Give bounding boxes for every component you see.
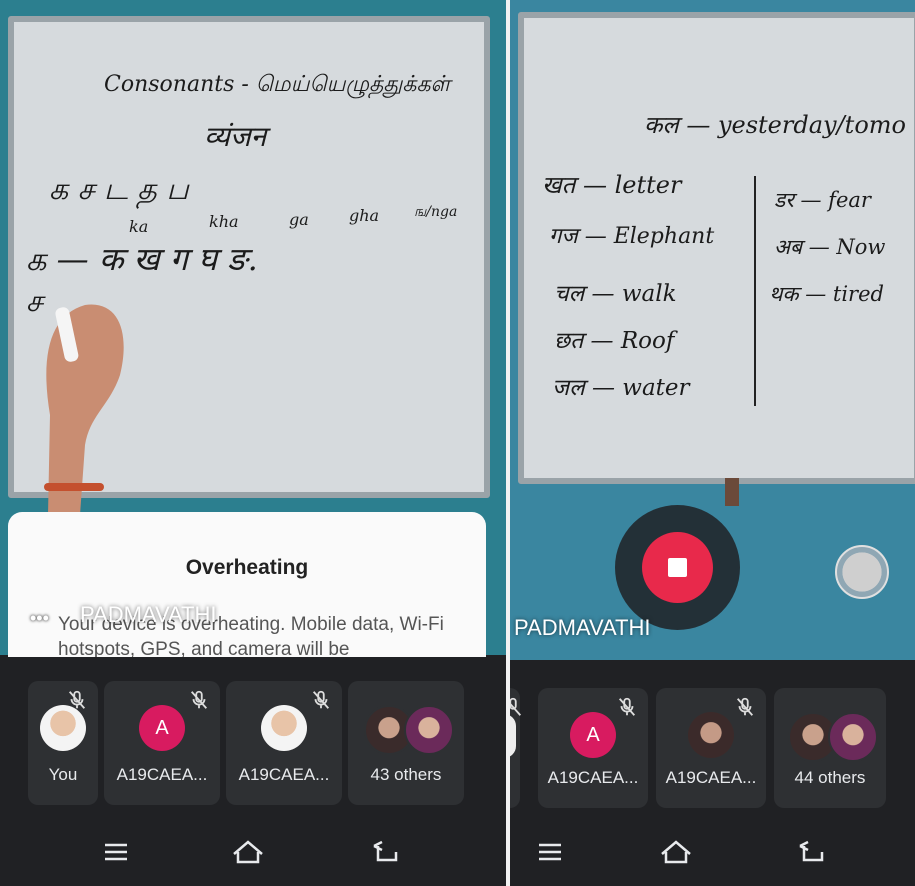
board-line: க — क ख ग घ ङ.	[26, 240, 258, 278]
participant-tile-others[interactable]: 43 others	[348, 681, 464, 805]
menu-icon[interactable]	[98, 834, 134, 870]
teacher-hand	[44, 304, 124, 515]
board-line: Consonants - மெய்யெழுத்துக்கள்	[104, 72, 451, 97]
avatar: A	[570, 712, 616, 758]
board-line: थक — tired	[769, 282, 884, 306]
board-line: gha	[349, 206, 380, 225]
participant-tile[interactable]: A A19CAEA...	[538, 688, 648, 808]
avatar	[40, 705, 86, 751]
board-divider-line	[754, 176, 756, 406]
participant-tile-others[interactable]: 44 others	[774, 688, 886, 808]
mic-off-icon	[736, 697, 754, 716]
mic-off-icon	[510, 697, 522, 716]
avatar	[688, 712, 734, 758]
participant-name: A19CAEA...	[665, 768, 757, 787]
participant-tile[interactable]: A19CAEA...	[226, 681, 342, 805]
avatar-group	[788, 712, 878, 762]
participant-name: 43 others	[370, 765, 442, 784]
board-line: अब — Now	[774, 235, 886, 259]
board-line: ka	[129, 217, 149, 236]
mic-off-icon	[312, 690, 330, 709]
screenshot-thumbnail[interactable]	[835, 545, 889, 599]
right-phone-screen: कल — yesterday/tomo खत — letter गज — Ele…	[510, 0, 915, 886]
dialog-title: Overheating	[185, 556, 309, 579]
overheating-dialog: Overheating Your device is overheating. …	[8, 512, 486, 657]
whiteboard: कल — yesterday/tomo खत — letter गज — Ele…	[518, 12, 915, 484]
participant-tile-self[interactable]: You	[28, 681, 98, 805]
back-icon[interactable]	[368, 834, 404, 870]
board-clip	[725, 478, 739, 506]
participant-tile[interactable]: A19CAEA...	[656, 688, 766, 808]
board-line: க ச ட த ப	[49, 172, 189, 207]
participant-tile-partial[interactable]	[510, 688, 522, 808]
participant-tile[interactable]: A A19CAEA...	[104, 681, 220, 805]
system-navbar	[510, 816, 915, 886]
board-line: ga	[289, 210, 309, 229]
back-icon[interactable]	[794, 834, 830, 870]
board-line: खत — letter	[542, 171, 682, 199]
presenter-name: PADMAVATHI	[514, 615, 651, 640]
stop-recording-button[interactable]	[615, 505, 740, 630]
board-line: छत — Roof	[554, 328, 675, 354]
presenter-name: PADMAVATHI	[80, 602, 217, 627]
board-line: जल — water	[552, 375, 690, 401]
menu-icon[interactable]	[532, 834, 568, 870]
avatar	[510, 714, 516, 758]
board-line: कल — yesterday/tomo	[644, 111, 906, 139]
avatar-group	[364, 705, 454, 755]
board-line: व्यंजन	[204, 120, 267, 153]
participant-name: You	[48, 765, 78, 784]
system-navbar	[0, 816, 506, 886]
mic-off-icon	[190, 690, 208, 709]
home-icon[interactable]	[658, 834, 694, 870]
record-indicator	[642, 532, 713, 603]
board-line: kha	[209, 212, 239, 231]
board-line: डर — fear	[774, 188, 871, 212]
participant-name: A19CAEA...	[238, 765, 330, 784]
home-icon[interactable]	[230, 834, 266, 870]
left-phone-screen: Consonants - மெய்யெழுத்துக்கள் व्यंजन க …	[0, 0, 506, 886]
more-options-icon[interactable]: •••	[30, 608, 49, 629]
avatar: A	[139, 705, 185, 751]
stop-icon	[668, 558, 687, 577]
board-line: गज — Elephant	[549, 224, 715, 249]
board-line: ங/nga	[414, 204, 458, 220]
participant-name: A19CAEA...	[116, 765, 208, 784]
avatar	[261, 705, 307, 751]
board-line: चल — walk	[554, 281, 677, 307]
mic-off-icon	[618, 697, 636, 716]
participant-name: A19CAEA...	[547, 768, 639, 787]
participant-name: 44 others	[794, 768, 866, 787]
